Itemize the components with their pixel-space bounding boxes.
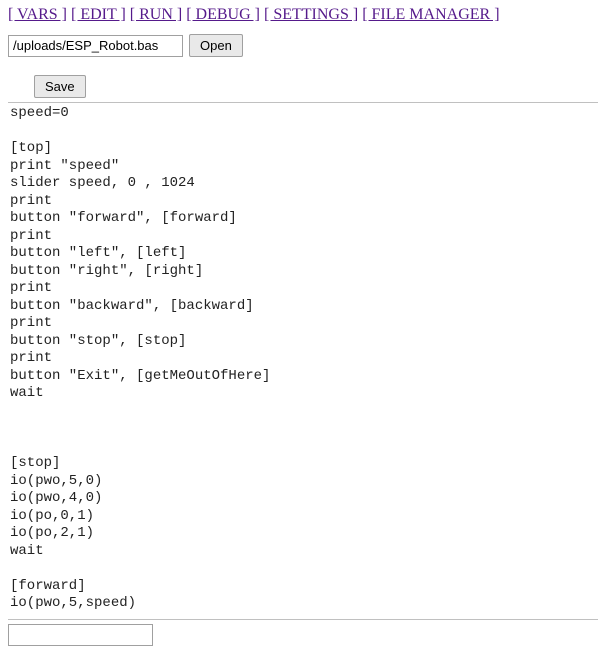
nav-vars-link[interactable]: [ VARS ] [8,6,67,23]
nav-file-manager-link[interactable]: [ FILE MANAGER ] [362,6,499,23]
footer-input[interactable] [8,624,153,646]
save-button[interactable]: Save [34,75,86,98]
nav-edit-link[interactable]: [ EDIT ] [71,6,126,23]
top-nav: [ VARS ] [ EDIT ] [ RUN ] [ DEBUG ] [ SE… [8,6,598,24]
footer-row [8,624,598,646]
file-open-row: Open [8,34,598,57]
open-button[interactable]: Open [189,34,243,57]
code-editor[interactable]: speed=0 [top] print "speed" slider speed… [8,103,598,615]
nav-run-link[interactable]: [ RUN ] [130,6,182,23]
nav-debug-link[interactable]: [ DEBUG ] [186,6,260,23]
save-row: Save [34,75,598,98]
separator-bottom [8,619,598,620]
nav-settings-link[interactable]: [ SETTINGS ] [264,6,358,23]
file-path-input[interactable] [8,35,183,57]
